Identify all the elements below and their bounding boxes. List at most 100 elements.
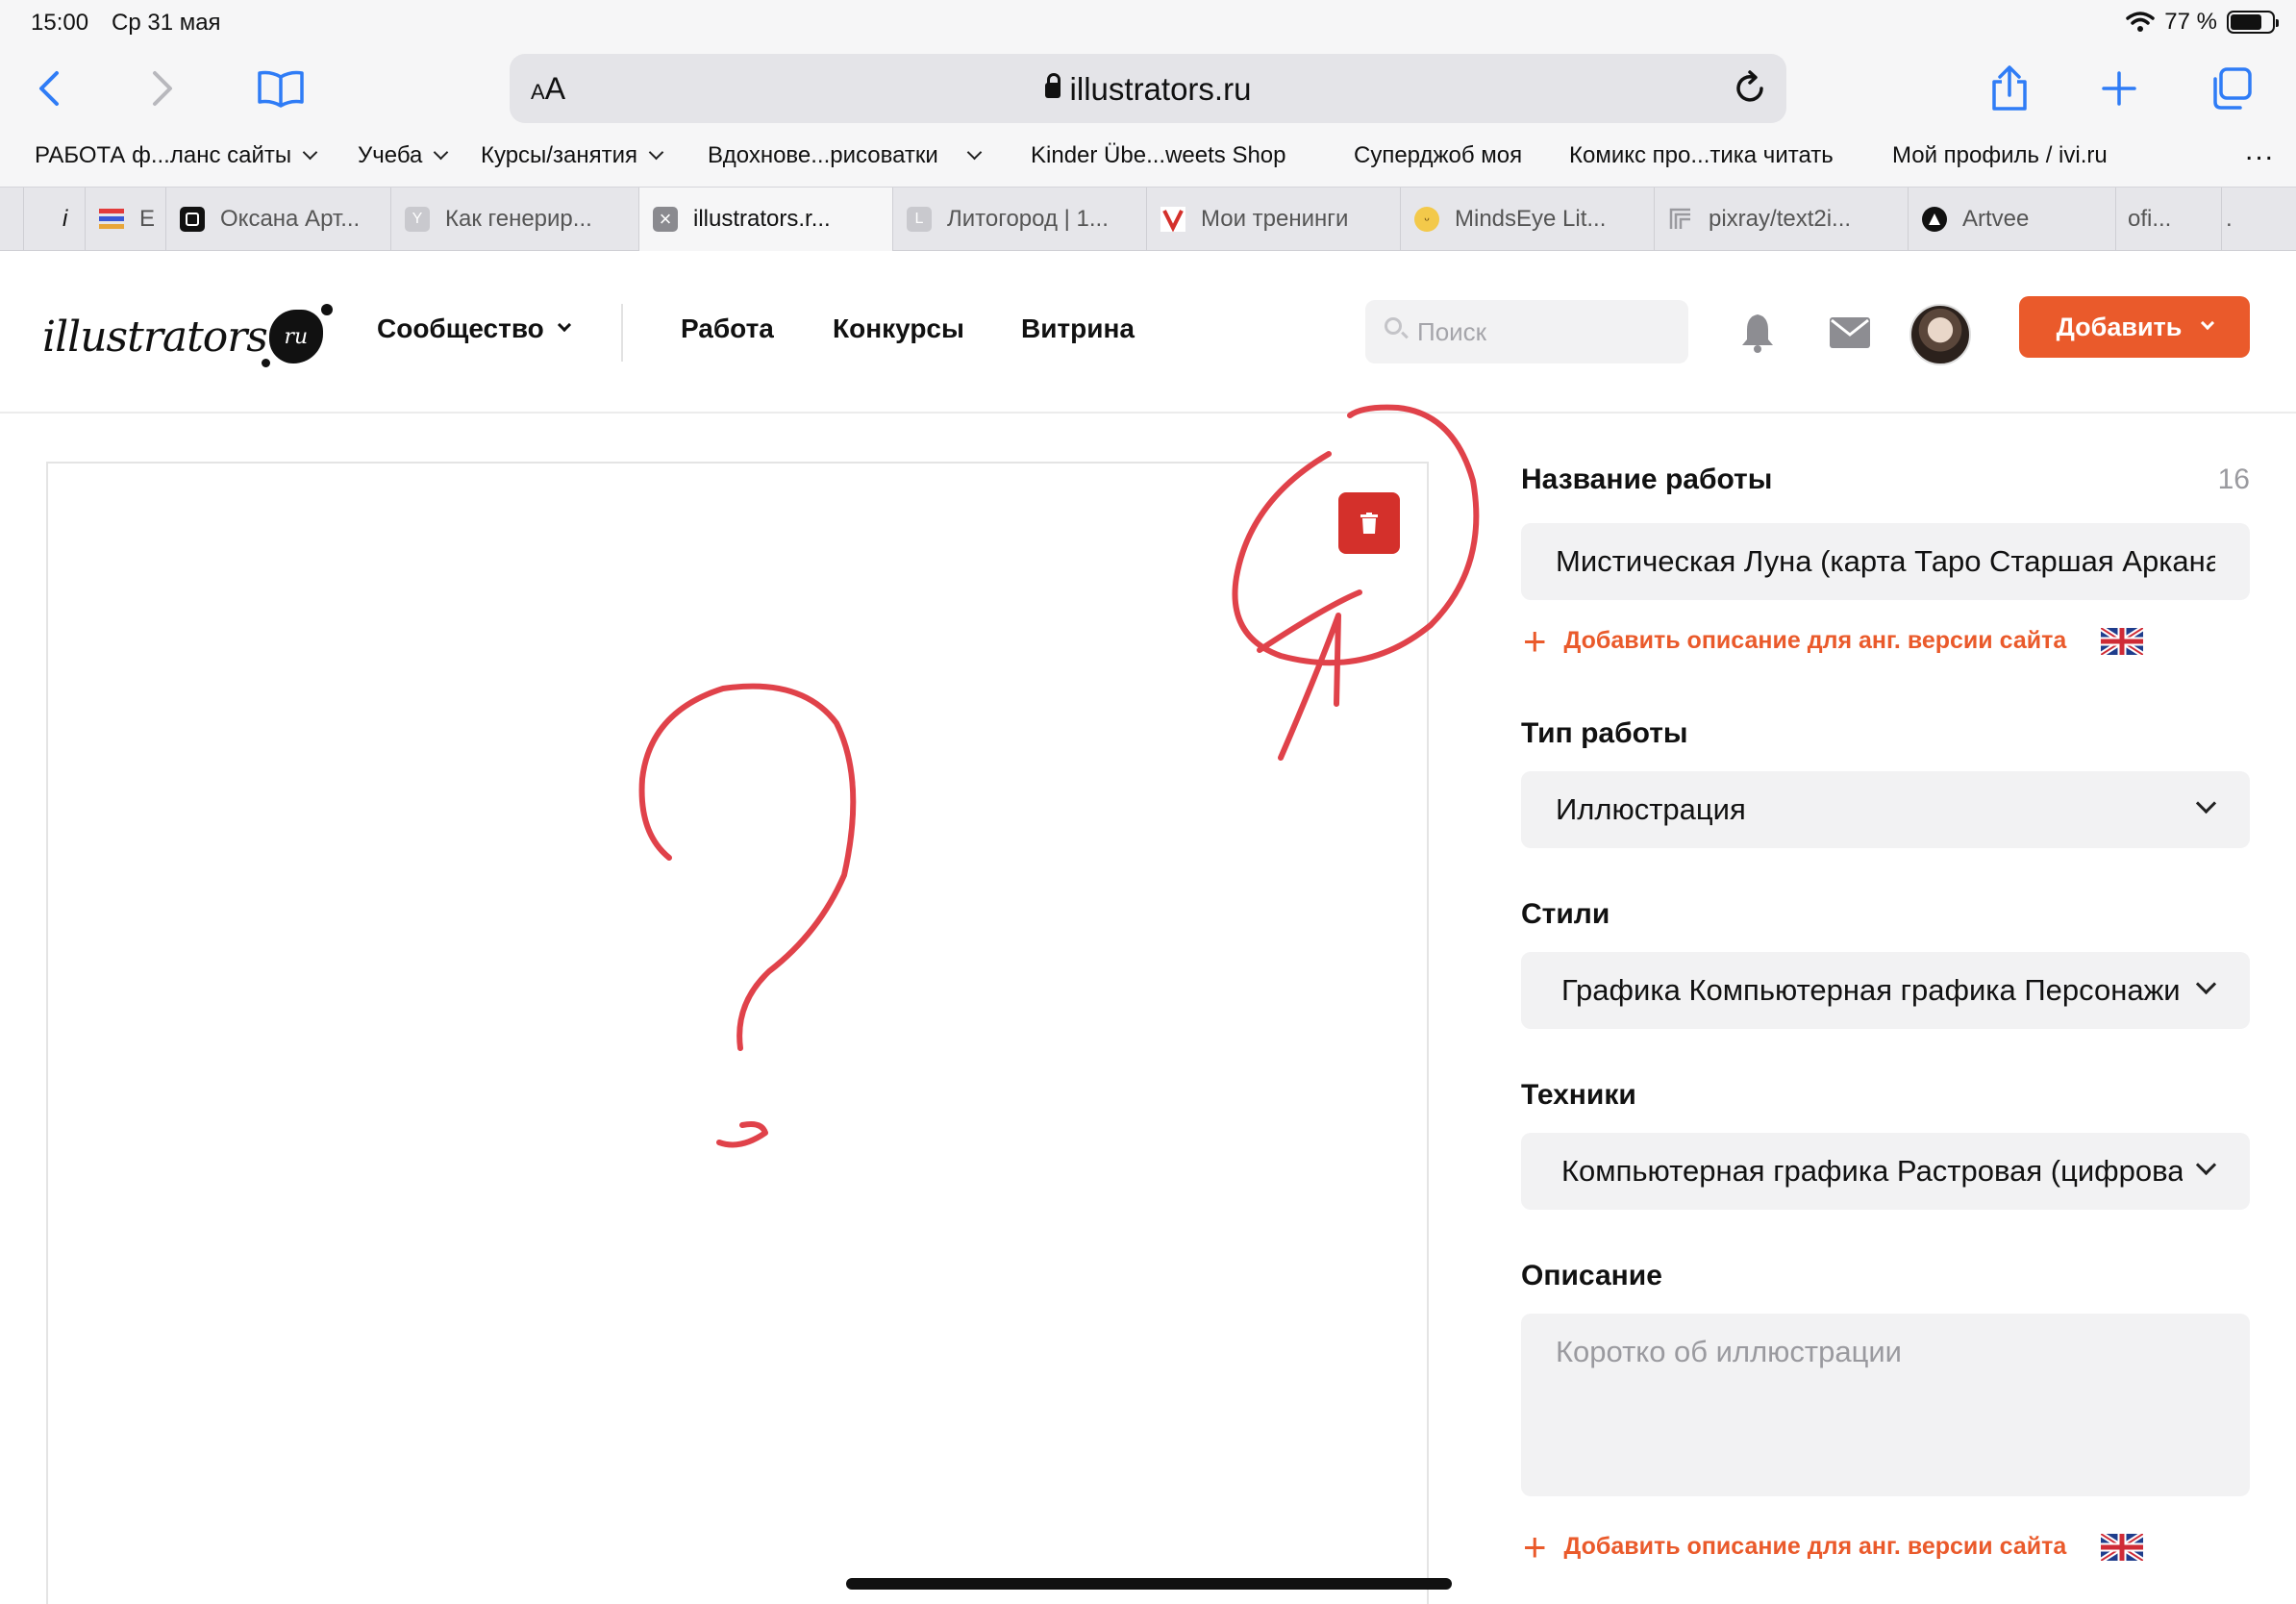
square-icon	[180, 207, 205, 232]
browser-chrome: 15:00 Ср 31 мая 77 % AA illustrators.ru	[0, 0, 2296, 251]
site-search[interactable]	[1365, 300, 1688, 363]
address-bar[interactable]: AA illustrators.ru	[510, 54, 1786, 123]
tab-item[interactable]: Y Как генерир...	[390, 188, 638, 251]
title-input[interactable]: Мистическая Луна (карта Таро Старшая Арк…	[1521, 523, 2250, 600]
user-avatar[interactable]	[1909, 304, 1971, 365]
add-en-description-link-2[interactable]: + Добавить описание для анг. версии сайт…	[1523, 1523, 2144, 1569]
status-right: 77 %	[2126, 8, 2279, 37]
battery-icon	[2227, 11, 2279, 34]
artwork-upload-area[interactable]	[46, 462, 1429, 1604]
y-icon: Y	[405, 207, 430, 232]
p-icon	[1668, 207, 1693, 232]
tab-item[interactable]: .	[2221, 188, 2296, 251]
reload-icon[interactable]	[1731, 69, 1769, 108]
nav-work[interactable]: Работа	[681, 313, 774, 344]
tab-item[interactable]: pixray/text2i...	[1654, 188, 1908, 251]
chevron-down-icon	[434, 144, 449, 160]
mail-icon[interactable]	[1819, 302, 1881, 363]
stack-icon	[99, 207, 124, 232]
title-char-counter: 16	[2217, 464, 2250, 495]
back-icon[interactable]	[21, 60, 79, 117]
l-icon: L	[907, 207, 932, 232]
chevron-down-icon	[302, 144, 318, 160]
tab-item[interactable]: ofi...	[2115, 188, 2221, 251]
nav-community[interactable]: Сообщество	[377, 313, 571, 344]
description-placeholder: Коротко об иллюстрации	[1556, 1335, 1902, 1368]
bell-icon[interactable]	[1727, 302, 1788, 363]
tab-label: pixray/text2i...	[1709, 206, 1852, 232]
bookmark-folder-inspiration[interactable]: Вдохнове...рисоватки	[708, 142, 983, 169]
bookmark-label: Учеба	[358, 142, 423, 168]
tab-label: Оксана Арт...	[220, 206, 361, 232]
search-icon	[1385, 317, 1402, 335]
bookmark-kinder-shop[interactable]: Kinder Übe...weets Shop	[1031, 142, 1286, 169]
url-display[interactable]: illustrators.ru	[510, 71, 1786, 108]
bookmark-folder-courses[interactable]: Курсы/занятия	[481, 142, 664, 169]
tab-label: .	[2226, 206, 2233, 232]
tab-item-active[interactable]: × illustrators.r...	[638, 188, 892, 251]
chevron-down-icon	[2195, 973, 2217, 995]
bookmark-superjob[interactable]: Суперджоб моя	[1354, 142, 1522, 169]
type-value: Иллюстрация	[1556, 792, 1746, 826]
site-logo[interactable]: illustrators ru	[42, 298, 333, 375]
nav-showcase[interactable]: Витрина	[1021, 313, 1135, 344]
plus-icon: +	[1523, 617, 1547, 664]
tab-item[interactable]: Оксана Арт...	[165, 188, 390, 251]
chevron-down-icon	[2195, 1154, 2217, 1176]
tab-label: illustrators.r...	[693, 206, 831, 232]
type-select[interactable]: Иллюстрация	[1521, 771, 2250, 848]
techniques-label: Техники	[1521, 1079, 1636, 1111]
tab-item[interactable]: Мои тренинги	[1146, 188, 1400, 251]
type-label: Тип работы	[1521, 717, 1688, 749]
tabs-overview-icon[interactable]	[2202, 60, 2259, 117]
bookmarks-book-icon[interactable]	[252, 60, 310, 117]
add-button[interactable]: Добавить	[2019, 296, 2250, 358]
bookmark-label: Kinder Übe...weets Shop	[1031, 142, 1286, 168]
bookmark-folder-freelance[interactable]: РАБОТА ф...ланс сайты	[35, 142, 318, 169]
a-icon	[1922, 207, 1947, 232]
new-tab-plus-icon[interactable]	[2090, 60, 2148, 117]
tab-item[interactable]: ᵕ MindsEye Lit...	[1400, 188, 1654, 251]
tab-label: Литогород | 1...	[947, 206, 1109, 232]
bookmark-label: Суперджоб моя	[1354, 142, 1523, 168]
styles-label: Стили	[1521, 898, 1610, 930]
lock-icon	[1044, 73, 1061, 98]
search-input[interactable]	[1417, 310, 1667, 354]
share-icon[interactable]	[1981, 60, 2038, 117]
techniques-select[interactable]: Компьютерная графика Растровая (цифровая…	[1521, 1133, 2250, 1210]
tab-label: Artvee	[1962, 206, 2030, 232]
tab-item[interactable]: E	[85, 188, 165, 251]
status-bar: 15:00 Ср 31 мая 77 %	[0, 0, 2296, 46]
uk-flag-icon	[2101, 1533, 2144, 1561]
chevron-down-icon	[2201, 315, 2215, 331]
more-bookmarks-button[interactable]: ...	[2245, 135, 2275, 167]
trash-icon	[1360, 513, 1378, 534]
site-header: illustrators ru Сообщество Работа Конкур…	[0, 252, 2296, 414]
add-en-description-link[interactable]: + Добавить описание для анг. версии сайт…	[1523, 617, 2144, 664]
tab-item[interactable]: L Литогород | 1...	[892, 188, 1146, 251]
nav-contests[interactable]: Конкурсы	[833, 313, 964, 344]
nav-label: Сообщество	[377, 313, 544, 343]
delete-image-button[interactable]	[1338, 492, 1400, 554]
forward-icon[interactable]	[133, 60, 190, 117]
tab-item[interactable]: i	[23, 188, 85, 251]
styles-select[interactable]: Графика Компьютерная графика Персонажи	[1521, 952, 2250, 1029]
tab-label: E	[139, 206, 156, 232]
chevron-down-icon	[2195, 792, 2217, 815]
description-label: Описание	[1521, 1260, 1662, 1291]
bookmark-folder-study[interactable]: Учеба	[358, 142, 449, 169]
description-textarea[interactable]: Коротко об иллюстрации	[1521, 1314, 2250, 1496]
close-tab-icon[interactable]: ×	[653, 207, 678, 232]
emoji-icon: ᵕ	[1414, 207, 1439, 232]
bookmark-ivi-profile[interactable]: Мой профиль / ivi.ru	[1892, 142, 2108, 169]
status-date: Ср 31 мая	[112, 10, 221, 36]
styles-value: Графика Компьютерная графика Персонажи	[1561, 973, 2181, 1007]
bookmark-label: Курсы/занятия	[481, 142, 637, 168]
tab-label: Мои тренинги	[1201, 206, 1349, 232]
bookmarks-bar: РАБОТА ф...ланс сайты Учеба Курсы/заняти…	[0, 135, 2296, 179]
plus-icon: +	[1523, 1523, 1547, 1569]
tab-label: Как генерир...	[445, 206, 592, 232]
bookmark-comics[interactable]: Комикс про...тика читать	[1569, 142, 1834, 169]
tab-item[interactable]: Artvee	[1908, 188, 2115, 251]
logo-ink-blot: ru	[261, 304, 333, 367]
